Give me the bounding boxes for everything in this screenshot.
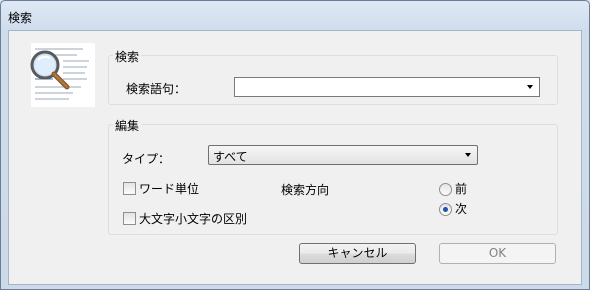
type-dropdown-value: すべて (213, 150, 248, 164)
ok-button[interactable]: OK (439, 243, 556, 264)
dialog-body: 検索 検索語句： 編集 タイプ： すべて ワード単位 大文字小文字の区別 検索方… (8, 30, 582, 285)
whole-word-checkbox[interactable] (123, 182, 136, 195)
direction-prev-label[interactable]: 前 (455, 180, 467, 197)
search-term-label: 検索語句： (126, 82, 187, 96)
search-dialog: 検索 検索 検索語句： 編集 タイプ： すべて ワード単位 大文字小文字の区別 … (0, 0, 590, 290)
edit-group: 編集 タイプ： すべて ワード単位 大文字小文字の区別 検索方向 前 次 (108, 117, 558, 235)
search-group-label: 検索 (113, 48, 142, 65)
type-dropdown[interactable]: すべて (208, 145, 478, 165)
match-case-label[interactable]: 大文字小文字の区別 (139, 210, 247, 227)
cancel-button[interactable]: キャンセル (299, 243, 416, 264)
chevron-down-icon[interactable] (465, 153, 471, 157)
radio-selected-indicator (443, 207, 448, 212)
match-case-checkbox[interactable] (123, 212, 136, 225)
chevron-down-icon[interactable] (527, 85, 533, 89)
magnifier-over-document-icon (30, 43, 95, 107)
title-bar[interactable]: 検索 (1, 1, 589, 29)
type-label: タイプ： (122, 152, 171, 166)
direction-next-radio[interactable] (439, 203, 452, 216)
window-title: 検索 (8, 11, 33, 25)
direction-prev-radio[interactable] (439, 183, 452, 196)
search-group: 検索 検索語句： (108, 48, 558, 105)
edit-group-label: 編集 (113, 117, 142, 134)
search-term-combobox[interactable] (234, 77, 540, 97)
direction-next-label[interactable]: 次 (455, 200, 467, 217)
search-direction-label: 検索方向 (281, 183, 330, 197)
whole-word-label[interactable]: ワード単位 (139, 180, 199, 197)
